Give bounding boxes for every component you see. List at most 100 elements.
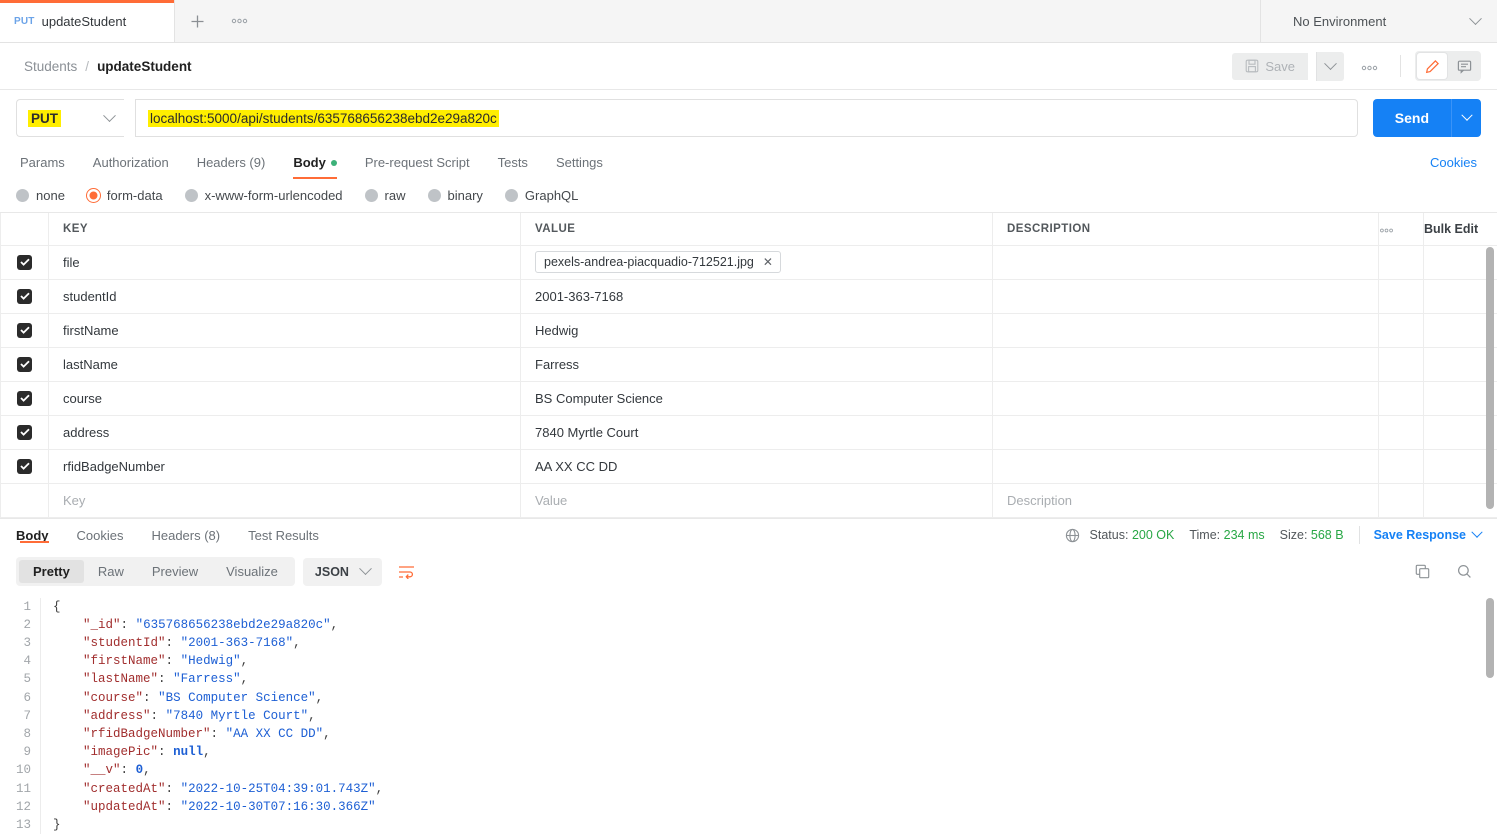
row-key-value: address	[63, 424, 110, 440]
wrap-lines-button[interactable]	[390, 556, 423, 587]
save-response-button[interactable]: Save Response	[1374, 526, 1483, 542]
response-tab-headers[interactable]: Headers (8)	[137, 528, 234, 543]
close-icon[interactable]: ✕	[763, 256, 773, 268]
tab-tests[interactable]: Tests	[484, 146, 542, 179]
tab-options-button[interactable]	[219, 0, 259, 42]
row-key-cell[interactable]: course	[48, 381, 521, 416]
tab-settings[interactable]: Settings	[542, 146, 617, 179]
new-row-key-cell[interactable]: Key	[48, 483, 521, 518]
body-type-binary[interactable]: binary	[427, 188, 497, 203]
table-scrollbar[interactable]	[1486, 247, 1494, 509]
row-checkbox[interactable]	[17, 254, 32, 270]
row-checkbox[interactable]	[17, 458, 32, 474]
environment-selector[interactable]: No Environment	[1260, 0, 1497, 42]
row-description-cell[interactable]	[992, 313, 1379, 348]
send-options-button[interactable]	[1451, 99, 1481, 137]
response-scrollbar[interactable]	[1486, 597, 1494, 678]
size-badge: Size: 568 B	[1280, 528, 1344, 542]
comments-button[interactable]	[1449, 53, 1479, 79]
url-input[interactable]: localhost:5000/api/students/635768656238…	[135, 99, 1358, 137]
body-type-form-data[interactable]: form-data	[86, 188, 177, 203]
row-description-value	[993, 382, 1378, 415]
chevron-down-icon	[1471, 526, 1483, 538]
bulk-edit-button[interactable]: Bulk Edit	[1423, 213, 1497, 246]
cookies-link[interactable]: Cookies	[1430, 146, 1481, 179]
ellipsis-icon	[1361, 65, 1377, 70]
new-row-value-cell[interactable]: Value	[520, 483, 993, 518]
status-label: Status:	[1089, 528, 1129, 542]
row-key-cell[interactable]: file	[48, 245, 521, 280]
row-description-cell[interactable]	[992, 381, 1379, 416]
breadcrumb-collection[interactable]: Students	[24, 59, 77, 74]
row-value-cell[interactable]: 2001-363-7168	[520, 279, 993, 314]
tab-headers[interactable]: Headers (9)	[183, 146, 280, 179]
response-language-selector[interactable]: JSON	[302, 557, 382, 586]
row-checkbox[interactable]	[17, 390, 32, 406]
body-type-none[interactable]: none	[16, 188, 79, 203]
file-chip-label: pexels-andrea-piacquadio-712521.jpg	[544, 255, 754, 269]
tab-pre-request-script[interactable]: Pre-request Script	[351, 146, 484, 179]
row-description-cell[interactable]	[992, 245, 1379, 280]
chevron-down-icon	[1460, 109, 1473, 121]
response-view-preview[interactable]: Preview	[138, 560, 212, 583]
new-tab-button[interactable]	[175, 0, 219, 42]
tab-params[interactable]: Params	[16, 146, 79, 179]
copy-response-button[interactable]	[1405, 556, 1439, 587]
response-tab-cookies[interactable]: Cookies	[63, 528, 138, 543]
row-key-cell[interactable]: rfidBadgeNumber	[48, 449, 521, 484]
row-checkbox[interactable]	[17, 424, 32, 440]
search-response-button[interactable]	[1447, 556, 1481, 587]
comment-icon	[1457, 60, 1471, 74]
response-view-pretty[interactable]: Pretty	[19, 560, 84, 583]
http-method-selector[interactable]: PUT	[16, 99, 124, 137]
edit-request-button[interactable]	[1417, 53, 1447, 79]
response-tab-test-results[interactable]: Test Results	[234, 528, 333, 543]
wrap-lines-icon	[398, 565, 414, 579]
row-description-cell[interactable]	[992, 279, 1379, 314]
row-spacer-cell	[1378, 449, 1424, 484]
row-value-value: BS Computer Science	[535, 390, 663, 406]
request-tab-updatestudent[interactable]: PUT updateStudent	[0, 0, 175, 42]
row-value-cell[interactable]: AA XX CC DD	[520, 449, 993, 484]
row-checkbox[interactable]	[17, 322, 32, 338]
check-icon	[19, 360, 30, 368]
row-checkbox[interactable]	[17, 356, 32, 372]
file-chip[interactable]: pexels-andrea-piacquadio-712521.jpg ✕	[535, 251, 781, 273]
row-value-cell[interactable]: Hedwig	[520, 313, 993, 348]
radio-icon	[427, 189, 441, 202]
row-checkbox[interactable]	[17, 288, 32, 304]
row-description-value	[993, 348, 1378, 381]
body-type-urlencoded[interactable]: x-www-form-urlencoded	[184, 188, 357, 203]
row-key-cell[interactable]: firstName	[48, 313, 521, 348]
new-row-description-cell[interactable]: Description	[992, 483, 1379, 518]
body-type-graphql-label: GraphQL	[524, 188, 579, 203]
row-description-cell[interactable]	[992, 347, 1379, 382]
row-description-value	[993, 314, 1378, 347]
tab-authorization[interactable]: Authorization	[79, 146, 183, 179]
table-options-button[interactable]	[1378, 213, 1424, 246]
row-key-cell[interactable]: lastName	[48, 347, 521, 382]
request-more-button[interactable]	[1352, 59, 1386, 74]
row-description-cell[interactable]	[992, 449, 1379, 484]
save-options-button[interactable]	[1316, 51, 1344, 81]
environment-label: No Environment	[1293, 13, 1387, 29]
row-key-cell[interactable]: address	[48, 415, 521, 450]
page-title[interactable]: updateStudent	[97, 59, 192, 74]
response-view-visualize[interactable]: Visualize	[212, 560, 292, 583]
row-value-value: Hedwig	[535, 322, 579, 338]
row-key-cell[interactable]: studentId	[48, 279, 521, 314]
response-tab-body[interactable]: Body	[16, 528, 63, 543]
tab-body[interactable]: Body	[279, 146, 351, 179]
body-type-urlencoded-label: x-www-form-urlencoded	[204, 188, 343, 203]
response-view-raw[interactable]: Raw	[84, 560, 138, 583]
send-button[interactable]: Send	[1372, 99, 1451, 137]
row-value-cell[interactable]: BS Computer Science	[520, 381, 993, 416]
row-value-cell[interactable]: 7840 Myrtle Court	[520, 415, 993, 450]
body-type-graphql[interactable]: GraphQL	[504, 188, 592, 203]
row-description-cell[interactable]	[992, 415, 1379, 450]
response-body-viewer[interactable]: 1 2 3 4 5 6 7 8 9 10 11 12 13 { "_id": "635768656238…	[0, 591, 1497, 838]
row-value-cell[interactable]: pexels-andrea-piacquadio-712521.jpg ✕	[520, 245, 993, 280]
row-value-cell[interactable]: Farress	[520, 347, 993, 382]
body-type-raw[interactable]: raw	[364, 188, 420, 203]
save-button[interactable]: Save	[1232, 52, 1308, 80]
